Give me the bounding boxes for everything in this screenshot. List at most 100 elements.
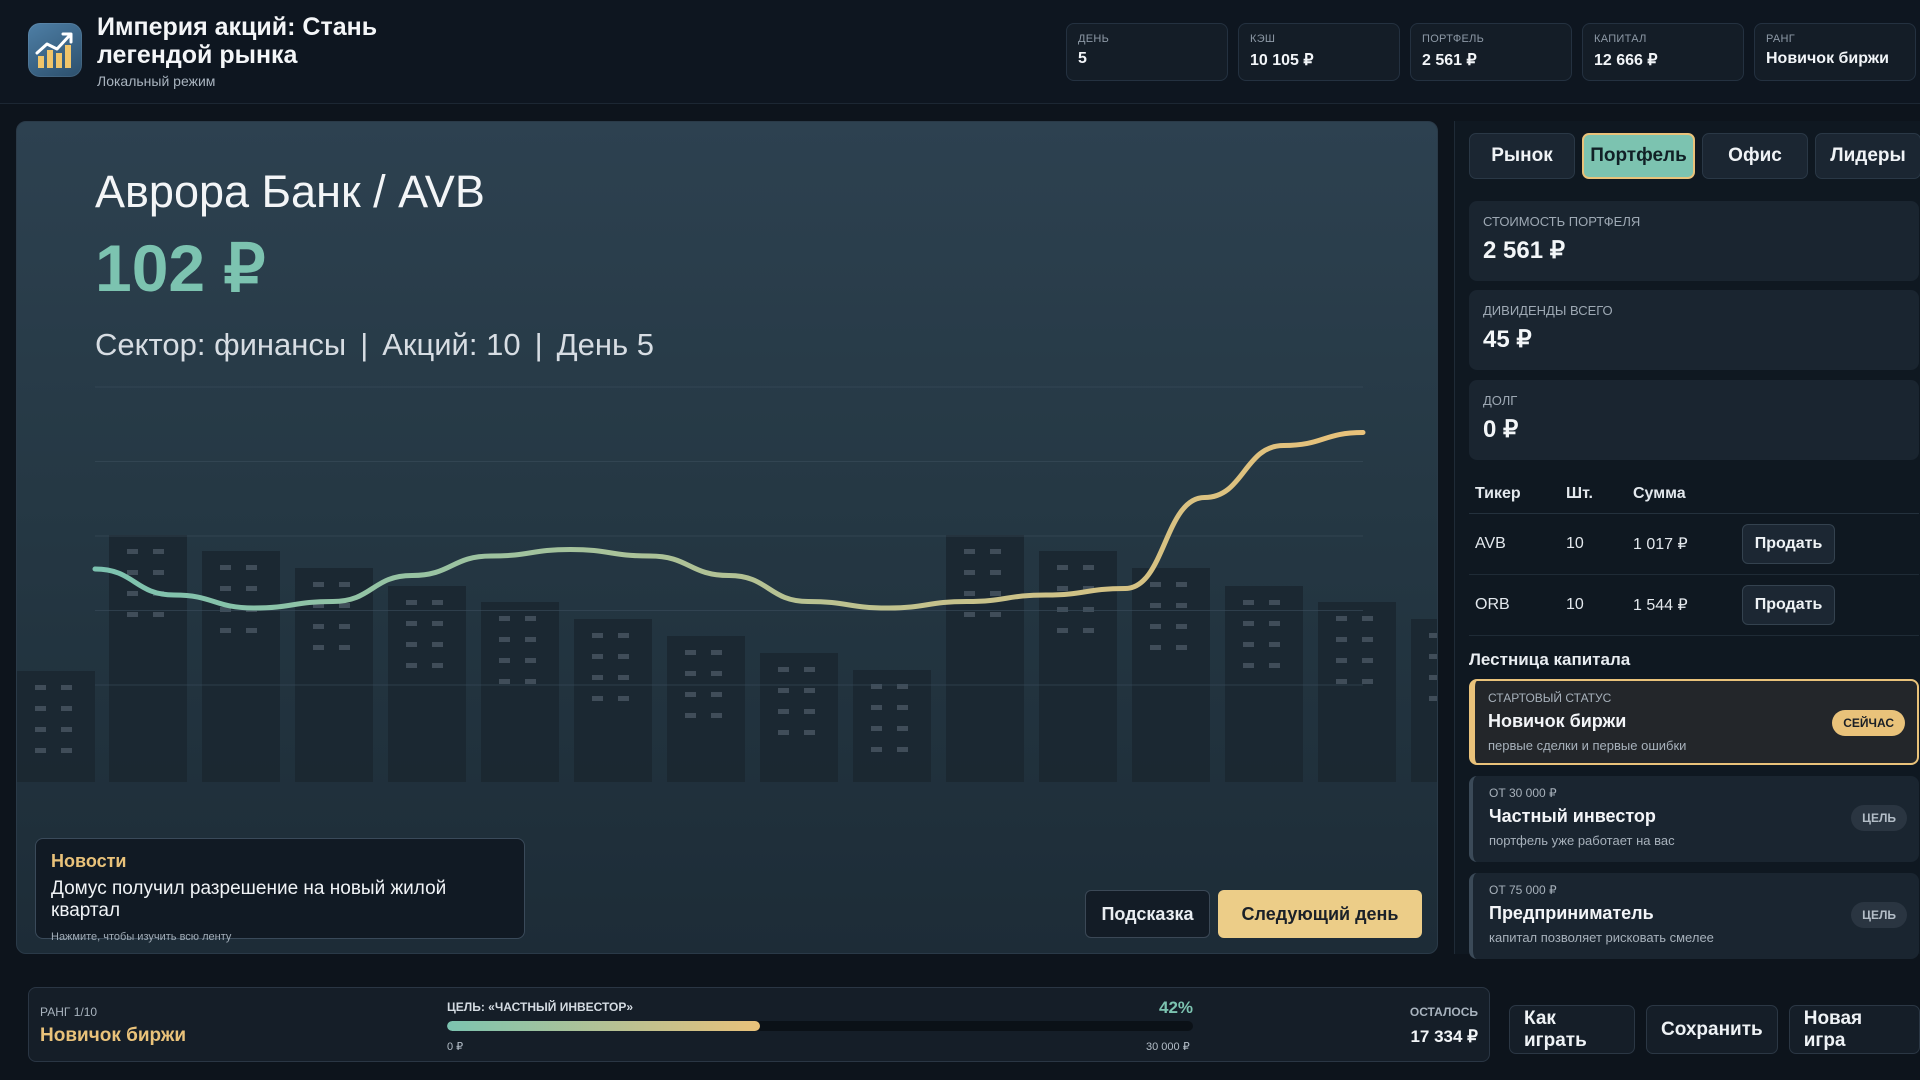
building	[946, 535, 1024, 782]
goal-min: 0 ₽	[447, 1041, 464, 1053]
progress-track	[447, 1021, 1193, 1031]
column-header: Сумма	[1633, 484, 1686, 502]
stock-shares: Акций: 10	[382, 327, 521, 362]
dividends-card: ДИВИДЕНДЫ ВСЕГО 45 ₽	[1469, 290, 1919, 370]
sum-cell: 1 544 ₽	[1633, 597, 1688, 614]
panel-tabs: Рынок Портфель Офис Лидеры	[1469, 133, 1920, 179]
stock-title: Аврора Банк / AVB	[95, 166, 485, 217]
rank-value: Новичок биржи	[40, 1025, 187, 1046]
building	[1411, 619, 1437, 782]
ladder-desc: первые сделки и первые ошибки	[1488, 738, 1687, 753]
goal-label: ЦЕЛЬ: «ЧАСТНЫЙ ИНВЕСТОР»	[447, 1000, 634, 1014]
tab-leaders[interactable]: Лидеры	[1815, 133, 1920, 179]
rank-progress-bar: РАНГ 1/10 Новичок биржи ЦЕЛЬ: «ЧАСТНЫЙ И…	[28, 987, 1490, 1062]
top-bar: Империя акций: Стань легендой рынка Лока…	[0, 0, 1920, 104]
card-label: ДИВИДЕНДЫ ВСЕГО	[1483, 303, 1613, 318]
status-badge: СЕЙЧАС	[1832, 710, 1905, 736]
debt-card: ДОЛГ 0 ₽	[1469, 380, 1919, 460]
ladder-sub: СТАРТОВЫЙ СТАТУС	[1488, 691, 1612, 705]
footer-actions: Как играть Сохранить Новая игра	[1509, 1005, 1920, 1054]
stock-stage: Аврора Банк / AVB 102 ₽ Сектор: финансы …	[16, 121, 1438, 954]
goal-badge: ЦЕЛЬ	[1851, 902, 1907, 928]
column-header: Тикер	[1475, 484, 1521, 502]
stat-value: 10 105 ₽	[1250, 52, 1314, 69]
building	[481, 602, 559, 782]
stats-bar: ДЕНЬ 5 КЭШ 10 105 ₽ ПОРТФЕЛЬ 2 561 ₽ КАП…	[1066, 23, 1916, 81]
building	[1132, 568, 1210, 782]
goal-percent: 42%	[1159, 998, 1194, 1017]
card-label: ДОЛГ	[1483, 393, 1518, 408]
side-panel: Рынок Портфель Офис Лидеры СТОИМОСТЬ ПОР…	[1454, 121, 1920, 959]
qty-cell: 10	[1566, 596, 1584, 613]
building	[1039, 551, 1117, 782]
stat-value: 5	[1078, 50, 1087, 67]
goal-max: 30 000 ₽	[1146, 1041, 1190, 1053]
ladder-sub: ОТ 75 000 ₽	[1489, 883, 1557, 897]
remaining-label: ОСТАЛОСЬ	[1409, 1005, 1478, 1019]
stat-cash: КЭШ 10 105 ₽	[1238, 23, 1400, 81]
ladder-name: Частный инвестор	[1489, 806, 1656, 826]
news-title: Новости	[51, 851, 127, 871]
tab-office[interactable]: Офис	[1702, 133, 1808, 179]
rank-label: РАНГ 1/10	[40, 1005, 98, 1019]
stat-label: КАПИТАЛ	[1594, 33, 1647, 45]
stat-label: ПОРТФЕЛЬ	[1422, 33, 1485, 45]
ticker-cell: ORB	[1475, 596, 1510, 613]
tab-portfolio[interactable]: Портфель	[1582, 133, 1695, 179]
stat-portfolio: ПОРТФЕЛЬ 2 561 ₽	[1410, 23, 1572, 81]
city-skyline	[17, 535, 1437, 782]
chart-growth-icon	[28, 23, 82, 77]
stat-label: РАНГ	[1766, 33, 1796, 45]
stock-sector: Сектор: финансы	[95, 327, 347, 362]
card-label: СТОИМОСТЬ ПОРТФЕЛЯ	[1483, 214, 1641, 229]
ticker-cell: AVB	[1475, 535, 1506, 552]
news-card[interactable]: Новости Домус получил разрешение на новы…	[35, 838, 525, 943]
ladder-title: Лестница капитала	[1469, 650, 1631, 669]
stat-value: 12 666 ₽	[1594, 52, 1658, 69]
how-to-play-button[interactable]: Как играть	[1509, 1005, 1635, 1054]
news-text: Домус получил разрешение на новый жилой …	[51, 878, 447, 921]
new-game-button[interactable]: Новая игра	[1788, 1005, 1920, 1054]
ladder-item-goal: ОТ 30 000 ₽ Частный инвестор портфель уж…	[1469, 776, 1919, 862]
building	[1225, 586, 1303, 782]
ladder-sub: ОТ 30 000 ₽	[1489, 786, 1557, 800]
goal-badge: ЦЕЛЬ	[1851, 805, 1907, 831]
footer-bar: РАНГ 1/10 Новичок биржи ЦЕЛЬ: «ЧАСТНЫЙ И…	[0, 973, 1920, 1080]
tab-market[interactable]: Рынок	[1469, 133, 1575, 179]
stat-value: Новичок биржи	[1766, 50, 1889, 67]
building	[388, 586, 466, 782]
app-mode: Локальный режим	[97, 73, 216, 89]
hint-button[interactable]: Подсказка	[1085, 890, 1210, 938]
meta-separator: |	[360, 327, 369, 362]
sum-cell: 1 017 ₽	[1633, 536, 1688, 553]
stock-day: День 5	[556, 327, 655, 362]
next-day-button[interactable]: Следующий день	[1218, 890, 1422, 938]
building	[574, 619, 652, 782]
table-header: Тикер Шт. Сумма	[1469, 474, 1919, 514]
building	[17, 671, 95, 782]
card-value: 2 561 ₽	[1483, 237, 1565, 264]
holdings-table: Тикер Шт. Сумма AVB 10 1 017 ₽ Продать O…	[1469, 474, 1919, 636]
save-button[interactable]: Сохранить	[1645, 1005, 1778, 1054]
ladder-name: Предприниматель	[1489, 903, 1654, 923]
stat-capital: КАПИТАЛ 12 666 ₽	[1582, 23, 1744, 81]
building	[667, 636, 745, 782]
portfolio-value-card: СТОИМОСТЬ ПОРТФЕЛЯ 2 561 ₽	[1469, 201, 1919, 281]
stat-rank: РАНГ Новичок биржи	[1754, 23, 1916, 81]
building	[853, 670, 931, 782]
progress-fill	[447, 1021, 761, 1031]
sell-button[interactable]: Продать	[1742, 585, 1835, 625]
stock-price: 102 ₽	[95, 231, 266, 305]
sell-button[interactable]: Продать	[1742, 524, 1835, 564]
stat-day: ДЕНЬ 5	[1066, 23, 1228, 81]
stat-label: КЭШ	[1250, 33, 1276, 45]
stat-value: 2 561 ₽	[1422, 52, 1477, 69]
stat-label: ДЕНЬ	[1078, 33, 1110, 45]
building	[1318, 602, 1396, 782]
ladder-desc: капитал позволяет рисковать смелее	[1489, 930, 1714, 945]
table-row: AVB 10 1 017 ₽ Продать	[1469, 514, 1919, 575]
building	[760, 653, 838, 782]
remaining-value: 17 334 ₽	[1410, 1027, 1478, 1046]
stock-meta: Сектор: финансы | Акций: 10 | День 5	[95, 327, 654, 363]
card-value: 45 ₽	[1483, 326, 1532, 353]
